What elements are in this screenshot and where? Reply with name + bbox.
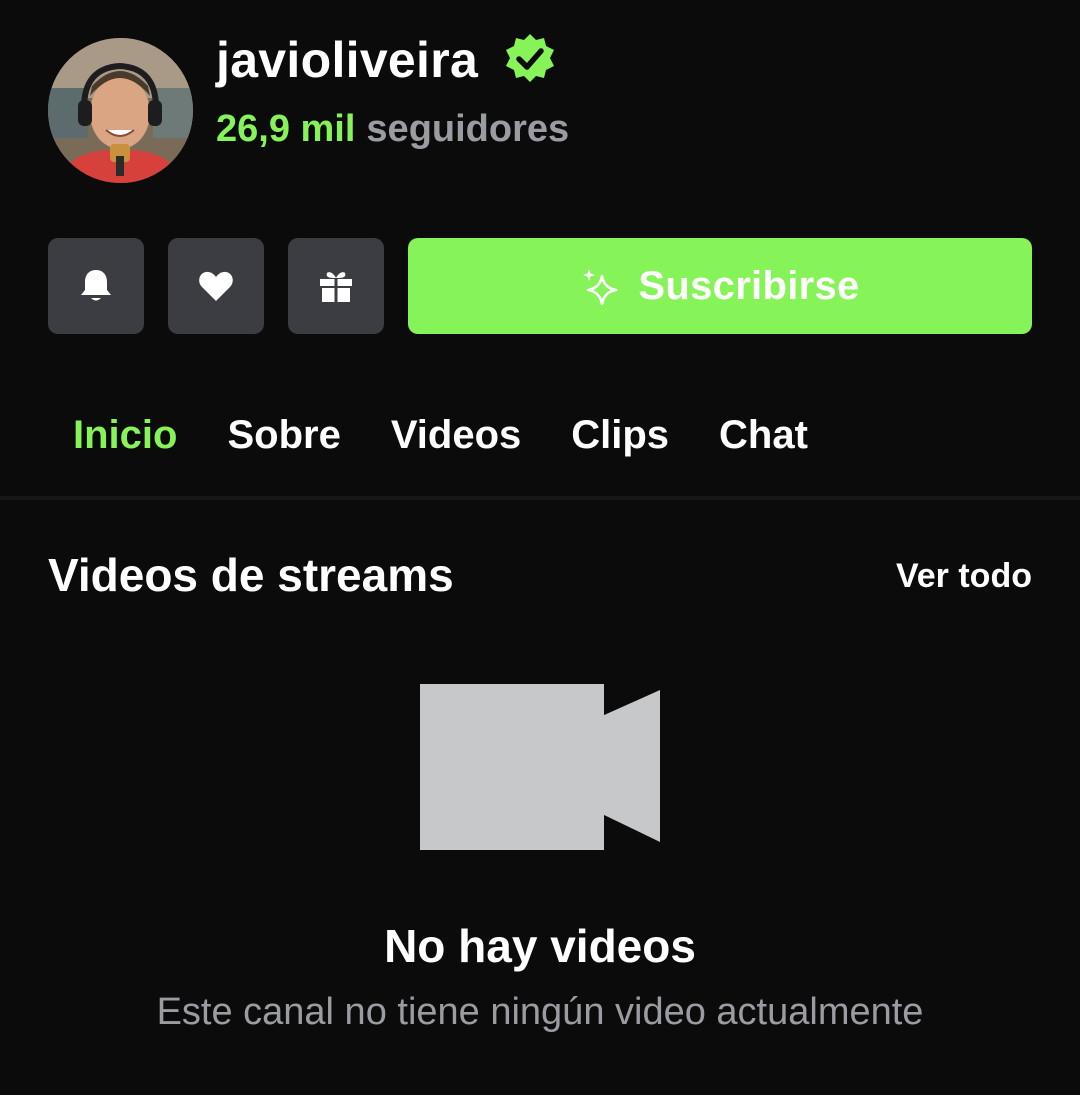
follow-button[interactable] (168, 238, 264, 334)
tab-inicio[interactable]: Inicio (48, 400, 203, 500)
tab-clips[interactable]: Clips (546, 400, 694, 500)
empty-state-icon-wrapper (420, 684, 660, 850)
video-camera-icon (420, 684, 660, 850)
heart-icon (199, 271, 233, 301)
avatar-photo (48, 38, 193, 183)
tabs-divider (0, 496, 1080, 500)
subscribe-label: Suscribirse (638, 263, 860, 308)
username: javioliveira (216, 32, 479, 88)
tab-videos[interactable]: Videos (366, 400, 546, 500)
tab-sobre[interactable]: Sobre (202, 400, 365, 500)
followers-row: 26,9 mil seguidores (216, 104, 569, 154)
section-title: Videos de streams (48, 549, 454, 601)
sparkle-icon (583, 269, 618, 306)
followers-label: seguidores (366, 107, 570, 150)
empty-state-title: No hay videos (384, 920, 696, 972)
gift-button[interactable] (288, 238, 384, 334)
channel-page: javioliveira 26,9 mil seguidores Suscrib… (0, 0, 1080, 1095)
bell-icon (81, 270, 111, 301)
subscribe-button[interactable]: Suscribirse (408, 238, 1032, 334)
verified-badge-icon (506, 34, 555, 82)
tab-chat[interactable]: Chat (694, 400, 833, 500)
followers-count: 26,9 mil (216, 107, 356, 150)
see-all-link[interactable]: Ver todo (896, 556, 1032, 596)
empty-state-subtitle: Este canal no tiene ningún video actualm… (156, 991, 924, 1033)
username-row: javioliveira (216, 28, 558, 92)
avatar[interactable] (48, 38, 193, 183)
gift-icon (320, 272, 352, 302)
notifications-button[interactable] (48, 238, 144, 334)
channel-tabs: Inicio Sobre Videos Clips Chat (48, 400, 1080, 500)
